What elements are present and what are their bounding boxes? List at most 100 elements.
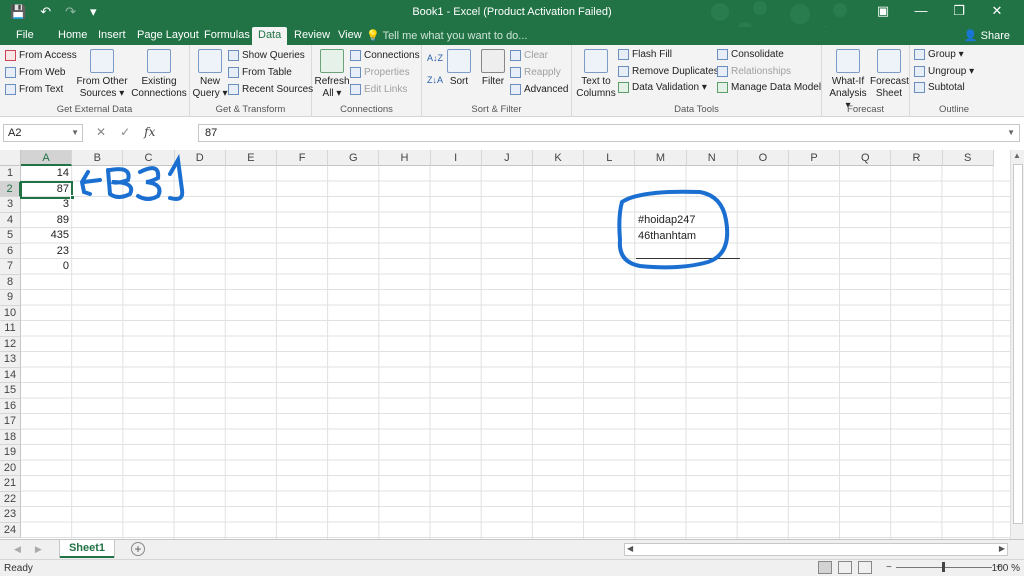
recent-sources-icon	[228, 84, 239, 95]
remove-duplicates-button[interactable]: Remove Duplicates	[618, 66, 719, 77]
existing-connections-button[interactable]: Existing Connections	[130, 49, 188, 100]
expand-formula-bar-icon[interactable]: ▼	[1007, 125, 1015, 141]
vertical-scrollbar[interactable]: ▲	[1010, 150, 1024, 539]
new-query-button[interactable]: New Query ▾	[192, 49, 228, 100]
sheet-nav-next-icon[interactable]: ▶	[35, 544, 42, 555]
tab-home[interactable]: Home	[52, 27, 93, 45]
group-label: Get External Data	[56, 104, 133, 115]
from-table-button[interactable]: From Table	[228, 67, 292, 78]
tab-review[interactable]: Review	[288, 27, 336, 45]
enter-entry-icon[interactable]: ✓	[120, 125, 130, 139]
tab-view[interactable]: View	[332, 27, 368, 45]
data-model-icon	[717, 82, 728, 93]
scroll-up-icon[interactable]: ▲	[1013, 151, 1021, 160]
properties-button[interactable]: Properties	[350, 67, 410, 78]
consolidate-button[interactable]: Consolidate	[717, 49, 784, 60]
page-break-view-icon[interactable]	[858, 561, 872, 574]
text-to-columns-icon	[584, 49, 608, 73]
horizontal-scrollbar[interactable]: ◀ ▶	[624, 543, 1008, 556]
filter-button[interactable]: Filter	[478, 49, 508, 88]
add-sheet-button[interactable]: +	[131, 542, 145, 556]
edit-links-icon	[350, 84, 361, 95]
tab-formulas[interactable]: Formulas	[198, 27, 256, 45]
relationships-button[interactable]: Relationships	[717, 66, 791, 77]
what-if-analysis-button[interactable]: What-If Analysis ▾	[826, 49, 870, 112]
sort-icon	[447, 49, 471, 73]
show-queries-button[interactable]: Show Queries	[228, 50, 305, 61]
tab-page-layout[interactable]: Page Layout	[131, 27, 205, 45]
flash-fill-icon	[618, 49, 629, 60]
forecast-sheet-button[interactable]: Forecast Sheet	[870, 49, 909, 100]
edit-links-button[interactable]: Edit Links	[350, 84, 407, 95]
status-ready: Ready	[4, 563, 33, 574]
from-access-button[interactable]: From Access	[5, 50, 77, 61]
vertical-scroll-thumb[interactable]	[1013, 164, 1023, 524]
forecast-chart-icon	[877, 49, 901, 73]
sheet-nav-prev-icon[interactable]: ◀	[14, 544, 21, 555]
zoom-slider-knob[interactable]	[941, 562, 945, 572]
from-other-sources-button[interactable]: From Other Sources ▾	[74, 49, 130, 100]
zoom-level[interactable]: 100 %	[992, 563, 1020, 574]
sort-button[interactable]: Sort	[444, 49, 474, 88]
scroll-left-icon[interactable]: ◀	[627, 544, 633, 553]
ribbon-display-options-icon[interactable]: ▣	[864, 3, 902, 19]
group-data-tools: Text to Columns Flash Fill Remove Duplic…	[572, 45, 822, 117]
text-to-columns-button[interactable]: Text to Columns	[574, 49, 618, 100]
name-box[interactable]: A2 ▼	[3, 124, 83, 142]
tab-data[interactable]: Data	[252, 27, 288, 45]
restore-button[interactable]: ❐	[940, 3, 978, 19]
sort-a-z-icon[interactable]: A↓Z	[427, 53, 443, 63]
pen-stroke-3	[136, 166, 162, 201]
manage-data-model-button[interactable]: Manage Data Model	[717, 82, 821, 93]
advanced-filter-button[interactable]: Advanced	[510, 84, 568, 95]
sheet-tab-sheet1[interactable]: Sheet1	[60, 540, 114, 558]
group-get-transform: New Query ▾ Show Queries From Table Rece…	[190, 45, 313, 117]
clear-filter-button[interactable]: Clear	[510, 50, 548, 61]
cancel-entry-icon[interactable]: ✕	[96, 125, 106, 139]
connections-button[interactable]: Connections	[350, 50, 420, 61]
zoom-slider[interactable]	[895, 562, 992, 572]
flash-fill-button[interactable]: Flash Fill	[618, 49, 672, 60]
group-label: Sort & Filter	[471, 104, 522, 115]
chevron-down-icon[interactable]: ▼	[71, 125, 79, 141]
group-label: Forecast	[847, 104, 884, 115]
from-web-button[interactable]: From Web	[5, 67, 66, 78]
close-button[interactable]: ✕	[978, 3, 1016, 19]
pen-stroke-b	[106, 167, 134, 199]
recent-sources-button[interactable]: Recent Sources	[228, 84, 313, 95]
insert-function-icon[interactable]: fx	[144, 125, 155, 139]
group-label: Connections	[340, 104, 393, 115]
from-text-button[interactable]: From Text	[5, 84, 63, 95]
formula-input[interactable]: 87 ▼	[198, 124, 1020, 142]
sort-z-a-icon[interactable]: Z↓A	[427, 75, 443, 85]
minimize-button[interactable]: —	[902, 3, 940, 19]
ribbon: From Access From Web From Text From Othe…	[0, 45, 1024, 117]
group-button[interactable]: Group ▾	[914, 49, 964, 60]
group-forecast: What-If Analysis ▾ Forecast Sheet Foreca…	[822, 45, 910, 117]
reapply-icon	[510, 67, 521, 78]
data-validation-button[interactable]: Data Validation ▾	[618, 82, 707, 93]
normal-view-icon[interactable]	[818, 561, 832, 574]
existing-connections-icon	[147, 49, 171, 73]
subtotal-button[interactable]: Subtotal	[914, 82, 965, 93]
group-connections: Refresh All ▾ Connections Properties Edi…	[312, 45, 422, 117]
tab-file[interactable]: File	[10, 27, 40, 45]
scroll-right-icon[interactable]: ▶	[999, 544, 1005, 553]
other-sources-icon	[90, 49, 114, 73]
status-bar: Ready − + 100 %	[0, 559, 1024, 576]
tell-me-search[interactable]: 💡 Tell me what you want to do...	[366, 29, 527, 42]
access-icon	[5, 50, 16, 61]
pen-annotations	[79, 153, 730, 270]
web-icon	[5, 67, 16, 78]
table-icon	[228, 67, 239, 78]
ungroup-button[interactable]: Ungroup ▾	[914, 66, 974, 77]
new-query-icon	[198, 49, 222, 73]
zoom-out-icon[interactable]: −	[886, 562, 892, 573]
share-button[interactable]: 👤 Share	[964, 29, 1010, 42]
page-layout-view-icon[interactable]	[838, 561, 852, 574]
refresh-all-button[interactable]: Refresh All ▾	[314, 49, 350, 100]
reapply-button[interactable]: Reapply	[510, 67, 561, 78]
tab-insert[interactable]: Insert	[92, 27, 132, 45]
remove-duplicates-icon	[618, 66, 629, 77]
pen-stroke-1	[168, 153, 185, 201]
